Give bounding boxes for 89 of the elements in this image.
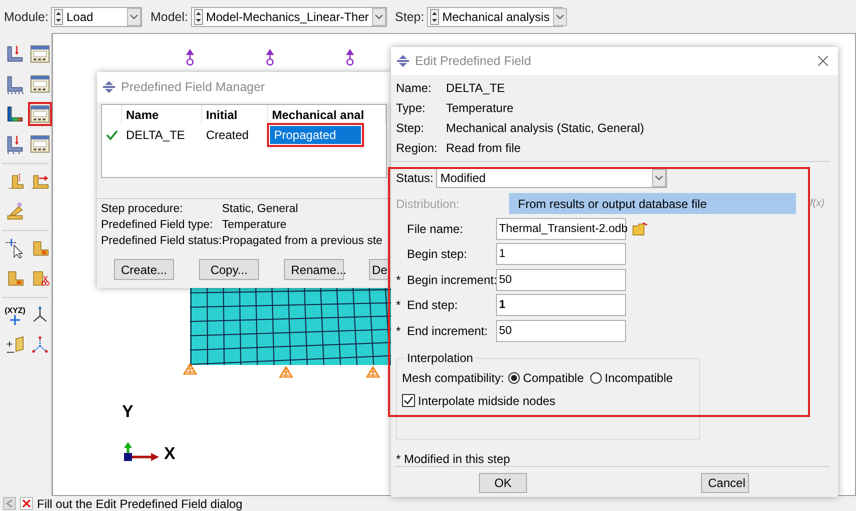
close-icon[interactable]: [818, 56, 828, 66]
caret-icon: [372, 8, 386, 26]
caret-icon: [127, 8, 142, 26]
dropdown[interactable]: Load: [51, 6, 142, 26]
field-label: Module:: [4, 10, 48, 24]
info-value: Read from file: [446, 141, 522, 156]
table-cell[interactable]: DELTA_TE: [122, 125, 202, 145]
footnote: * Modified in this step: [395, 451, 512, 466]
input-field[interactable]: 50: [496, 320, 626, 342]
input-field[interactable]: 1: [496, 243, 626, 266]
field-label: Distribution:: [396, 196, 460, 211]
table-window-icon: [30, 74, 50, 94]
radio-option[interactable]: Compatible: [508, 370, 584, 385]
dialog-button[interactable]: Create...: [114, 259, 174, 280]
column-header: Initial: [202, 105, 268, 125]
info-value: DELTA_TE: [446, 81, 506, 96]
field-label: Begin step:: [407, 247, 468, 262]
diamond-icon: [103, 81, 115, 93]
info-label: Region:: [396, 141, 438, 156]
table-window-icon: [30, 44, 50, 64]
cancel-icon[interactable]: [20, 497, 33, 510]
field-label: Status:: [396, 171, 434, 186]
input-field[interactable]: 50: [496, 268, 626, 291]
tool-button[interactable]: (XYZ): [3, 303, 27, 327]
dialog-button[interactable]: Copy...: [199, 259, 259, 280]
table-cell[interactable]: Created: [202, 125, 268, 145]
modified-marker: *: [396, 272, 401, 287]
info-label: Type:: [396, 101, 426, 116]
field-label: Begin increment:: [407, 272, 496, 287]
table-cell[interactable]: Propagated: [270, 126, 361, 144]
cursor-icon: [5, 237, 25, 259]
axis-label: Y: [122, 402, 134, 422]
dialog-button[interactable]: OK: [479, 473, 527, 493]
detail-label: Step procedure:: [101, 203, 184, 215]
load-arrow-icon: [264, 49, 276, 67]
dialog-button[interactable]: Rename...: [284, 259, 344, 280]
dropdown[interactable]: Model-Mechanics_Linear-Ther: [191, 6, 388, 26]
status-dropdown[interactable]: Modified: [436, 168, 668, 188]
slanted-block-icon: [5, 200, 25, 222]
table-window-icon: [30, 134, 50, 154]
caret-icon: [552, 8, 567, 26]
column-header: Name: [122, 105, 202, 125]
load-arrow-icon: [184, 49, 196, 67]
table-window-icon: [30, 104, 50, 124]
group-title: Interpolation: [405, 350, 476, 365]
function-label: f(x): [810, 198, 824, 210]
info-label: Step:: [396, 121, 426, 136]
load-arrow-icon: [344, 49, 356, 67]
radio-option[interactable]: Incompatible: [590, 370, 673, 385]
input-field[interactable]: Thermal_Transient-2.odb: [496, 218, 626, 240]
plus-icon: [10, 314, 20, 324]
input-field[interactable]: 1: [496, 294, 626, 316]
dialog-title: Predefined Field Manager: [121, 80, 265, 94]
field-label: End increment:: [407, 324, 489, 338]
folder-icon[interactable]: [632, 222, 648, 236]
support-triangle-icon: [183, 363, 197, 375]
detail-label: Predefined Field type:: [101, 219, 214, 231]
dialog-button[interactable]: Cancel: [701, 473, 749, 493]
field-label: File name:: [407, 222, 464, 236]
detail-value: Static, General: [222, 203, 300, 215]
support-triangle-icon: [366, 366, 380, 378]
dialog-title: Edit Predefined Field: [415, 54, 532, 68]
coordinate-label: (XYZ): [4, 306, 26, 314]
field-label: Step:: [395, 10, 424, 24]
checkbox-option[interactable]: Interpolate midside nodes: [402, 394, 694, 408]
detail-value: Propagated from a previous ste: [222, 235, 384, 247]
modified-marker: *: [396, 298, 401, 312]
info-value: Temperature: [446, 101, 514, 116]
detail-label: Predefined Field status:: [101, 235, 222, 247]
spinner-icon: [194, 8, 204, 24]
axis-triad-icon: [123, 442, 159, 464]
l-bracket-arrow-icon: [5, 133, 25, 155]
tool-button[interactable]: [28, 102, 52, 126]
spinner-icon: [54, 8, 64, 24]
support-triangle-icon: [279, 366, 293, 378]
field-label: Mesh compatibility:: [402, 370, 504, 385]
detail-value: Temperature: [222, 219, 288, 231]
diamond-icon: [397, 55, 409, 68]
field-label: End step:: [407, 298, 459, 312]
info-value: Mechanical analysis (Static, General): [446, 121, 646, 136]
dialog-button[interactable]: De: [369, 259, 389, 280]
caret-icon: [652, 169, 666, 188]
back-icon: [3, 497, 16, 510]
status-message: Fill out the Edit Predefined Field dialog: [37, 496, 242, 510]
modified-marker: *: [396, 324, 401, 338]
spinner-icon: [430, 8, 440, 24]
field-label: Model:: [150, 10, 188, 24]
axis-label: X: [164, 444, 176, 464]
info-label: Name:: [396, 81, 432, 96]
